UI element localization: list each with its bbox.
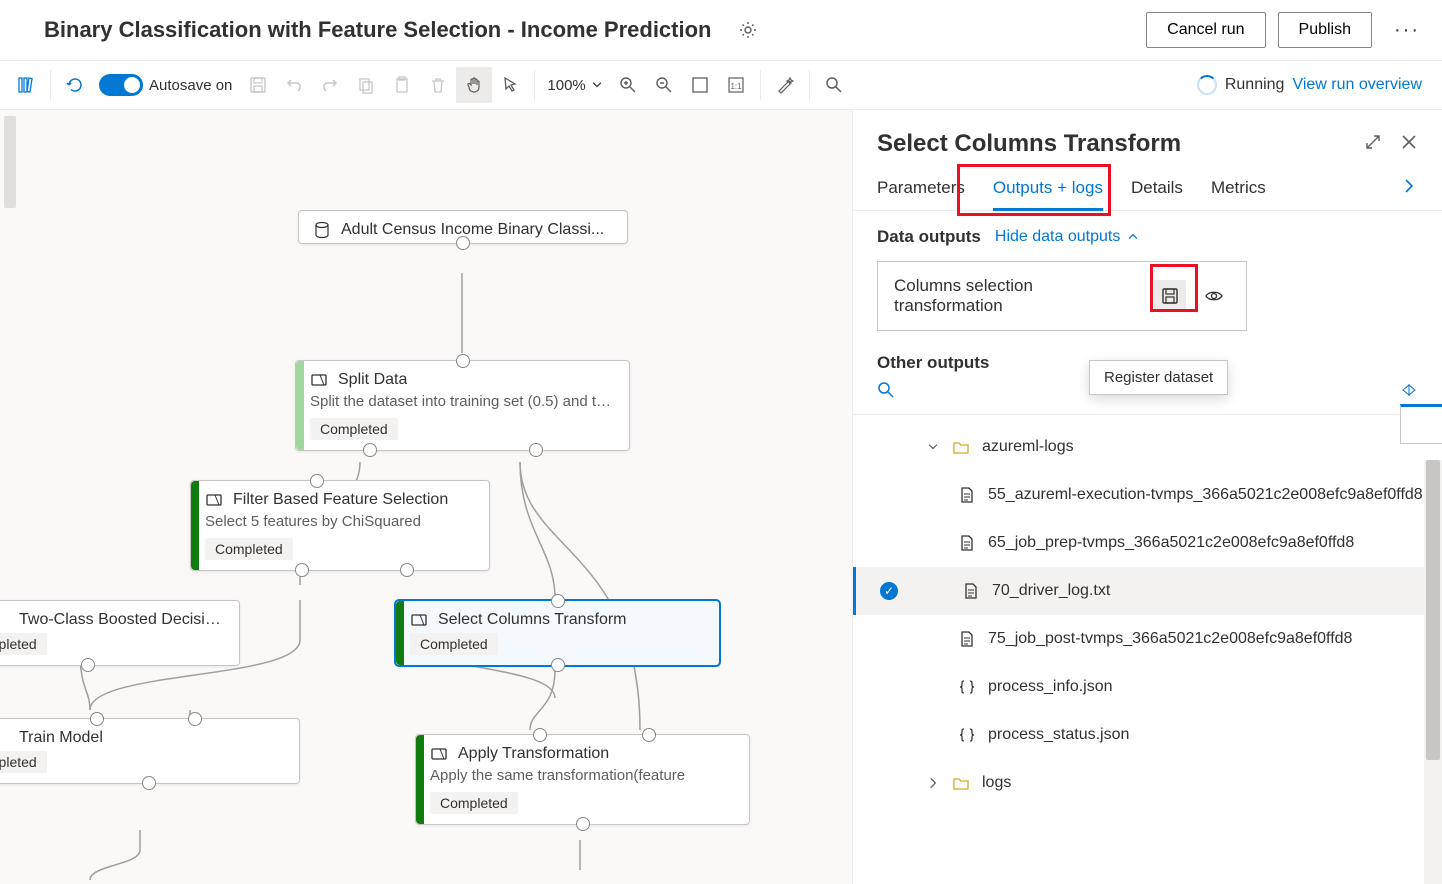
- node-split-data[interactable]: Split Data Split the dataset into traini…: [295, 360, 630, 451]
- auto-layout-icon[interactable]: [767, 67, 803, 103]
- left-panel-handle[interactable]: [4, 116, 16, 208]
- tabs-scroll-right-icon[interactable]: [1400, 177, 1418, 200]
- tab-details[interactable]: Details: [1131, 166, 1183, 210]
- toolbar: Autosave on 100% Running View run overvi…: [0, 60, 1442, 110]
- tree-file[interactable]: 65_job_prep-tvmps_366a5021c2e008efc9a8ef…: [853, 519, 1442, 567]
- node-train-model[interactable]: Train Model Completed: [0, 718, 300, 784]
- save-icon[interactable]: [240, 67, 276, 103]
- node-dataset[interactable]: Adult Census Income Binary Classi...: [298, 210, 628, 244]
- tree-folder-azureml-logs[interactable]: azureml-logs: [853, 423, 1442, 471]
- apply-icon: [430, 745, 448, 763]
- autosave-toggle[interactable]: [99, 74, 143, 96]
- fit-screen-icon[interactable]: [682, 67, 718, 103]
- more-menu-button[interactable]: ···: [1388, 19, 1426, 42]
- panel-tabs: Parameters Outputs + logs Details Metric…: [853, 166, 1442, 211]
- tab-metrics[interactable]: Metrics: [1211, 166, 1266, 210]
- close-panel-icon[interactable]: [1400, 133, 1418, 156]
- settings-gear-icon[interactable]: [730, 12, 766, 48]
- pan-hand-icon[interactable]: [456, 67, 492, 103]
- tree-file[interactable]: process_info.json: [853, 663, 1442, 711]
- status-badge: Completed: [410, 633, 498, 655]
- tree-file-selected[interactable]: ✓ 70_driver_log.txt: [853, 567, 1442, 615]
- register-dataset-tooltip: Register dataset: [1089, 360, 1228, 395]
- autosave-label: Autosave on: [149, 77, 232, 94]
- page-header: Binary Classification with Feature Selec…: [0, 0, 1442, 60]
- running-spinner-icon: [1197, 75, 1217, 95]
- select-pointer-icon[interactable]: [492, 67, 528, 103]
- split-icon: [310, 371, 328, 389]
- status-badge: Completed: [0, 633, 47, 655]
- outputs-search-icon[interactable]: [877, 381, 895, 404]
- node-select-columns-transform[interactable]: Select Columns Transform Completed: [395, 600, 720, 666]
- output-card: Columns selection transformation: [877, 261, 1247, 331]
- status-badge: Completed: [430, 792, 518, 814]
- library-icon[interactable]: [8, 67, 44, 103]
- cancel-run-button[interactable]: Cancel run: [1146, 12, 1265, 48]
- filter-icon: [205, 491, 223, 509]
- status-badge: Completed: [205, 538, 293, 560]
- status-badge: Completed: [310, 418, 398, 440]
- preview-output-button[interactable]: [1198, 280, 1230, 312]
- tree-file[interactable]: 55_azureml-execution-tvmps_366a5021c2e00…: [853, 471, 1442, 519]
- page-title: Binary Classification with Feature Selec…: [44, 17, 712, 43]
- tree-file[interactable]: 75_job_post-tvmps_366a5021c2e008efc9a8ef…: [853, 615, 1442, 663]
- tab-parameters[interactable]: Parameters: [877, 166, 965, 210]
- tree-file[interactable]: process_status.json: [853, 711, 1442, 759]
- delete-icon[interactable]: [420, 67, 456, 103]
- node-filter-feature-selection[interactable]: Filter Based Feature Selection Select 5 …: [190, 480, 490, 571]
- scrollbar-thumb[interactable]: [1426, 460, 1440, 760]
- expand-panel-icon[interactable]: [1364, 133, 1382, 156]
- refresh-icon[interactable]: [57, 67, 93, 103]
- status-badge: Completed: [0, 751, 47, 773]
- hide-data-outputs-link[interactable]: Hide data outputs: [995, 228, 1140, 246]
- search-icon[interactable]: [816, 67, 852, 103]
- details-panel: Select Columns Transform Parameters Outp…: [852, 110, 1442, 884]
- outputs-tree: azureml-logs 55_azureml-execution-tvmps_…: [853, 415, 1442, 807]
- redo-icon[interactable]: [312, 67, 348, 103]
- transform-icon: [410, 611, 428, 629]
- actual-size-icon[interactable]: [718, 67, 754, 103]
- dataset-icon: [313, 221, 331, 239]
- register-dataset-button[interactable]: [1154, 280, 1186, 312]
- node-two-class-boosted[interactable]: Two-Class Boosted Decision Tree Complete…: [0, 600, 240, 666]
- undo-icon[interactable]: [276, 67, 312, 103]
- panel-title: Select Columns Transform: [877, 130, 1364, 158]
- zoom-out-icon[interactable]: [646, 67, 682, 103]
- data-outputs-heading: Data outputs: [877, 227, 981, 247]
- view-run-overview-link[interactable]: View run overview: [1292, 76, 1422, 94]
- tree-folder-logs[interactable]: logs: [853, 759, 1442, 807]
- output-card-label: Columns selection transformation: [894, 276, 1142, 316]
- check-icon: ✓: [880, 582, 898, 600]
- publish-button[interactable]: Publish: [1278, 12, 1372, 48]
- run-status-label: Running: [1225, 76, 1285, 94]
- pipeline-canvas[interactable]: Adult Census Income Binary Classi... Spl…: [0, 110, 852, 884]
- node-apply-transformation[interactable]: Apply Transformation Apply the same tran…: [415, 734, 750, 825]
- paste-icon[interactable]: [384, 67, 420, 103]
- zoom-in-icon[interactable]: [610, 67, 646, 103]
- tab-outputs-logs[interactable]: Outputs + logs: [993, 166, 1103, 210]
- zoom-level[interactable]: 100%: [547, 77, 603, 94]
- collapse-tree-icon[interactable]: [1400, 381, 1418, 404]
- copy-icon[interactable]: [348, 67, 384, 103]
